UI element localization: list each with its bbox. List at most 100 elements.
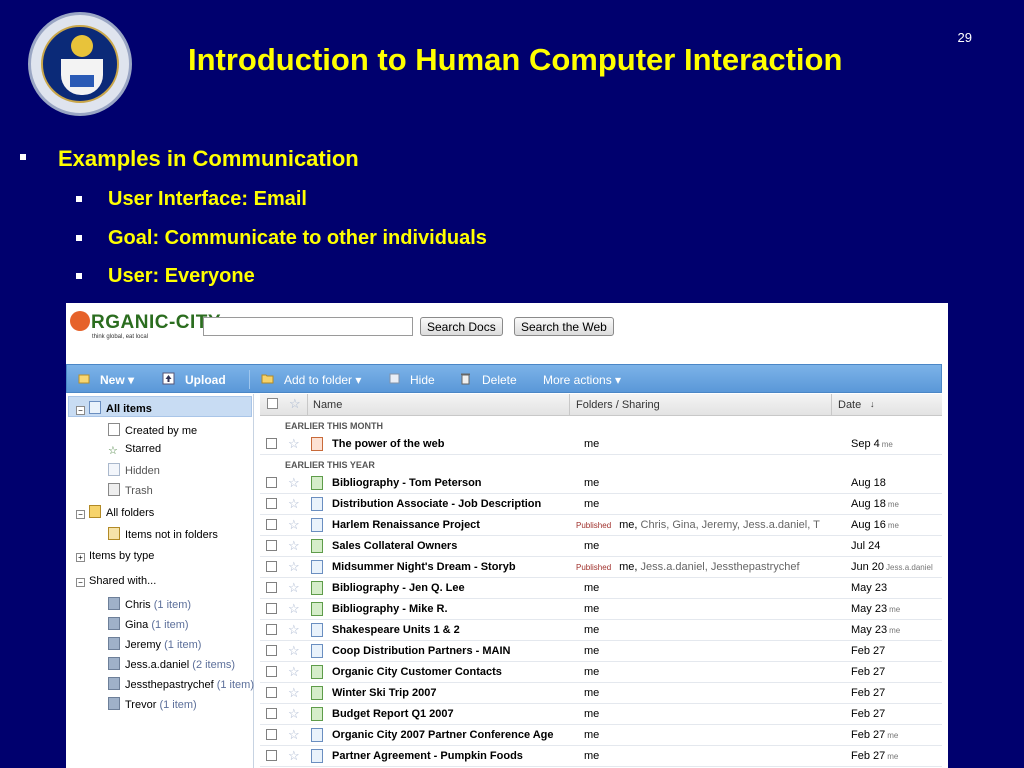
document-name[interactable]: Harlem Renaissance Project xyxy=(332,519,554,531)
star-icon[interactable]: ☆ xyxy=(288,538,300,554)
star-icon[interactable]: ☆ xyxy=(288,748,300,764)
table-row[interactable]: ☆ The power of the web me Sep 4 me xyxy=(260,434,942,455)
star-icon[interactable]: ☆ xyxy=(288,475,300,491)
date-cell: Jun 20 Jess.a.daniel xyxy=(851,561,933,573)
table-row[interactable]: ☆ Midsummer Night's Dream - Storyb Publish… xyxy=(260,557,942,578)
sidebar-item-hidden[interactable]: Hidden xyxy=(108,463,160,477)
sidebar-item-created-by-me[interactable]: Created by me xyxy=(108,423,197,437)
sidebar-item-all-items[interactable]: − All items xyxy=(76,401,152,415)
row-checkbox[interactable] xyxy=(266,729,277,740)
star-icon[interactable]: ☆ xyxy=(288,436,300,452)
table-row[interactable]: ☆ Organic City 2007 Partner Conference Ag… xyxy=(260,725,942,746)
spreadsheet-icon xyxy=(311,602,323,616)
star-icon[interactable]: ☆ xyxy=(288,706,300,722)
table-row[interactable]: ☆ Shakespeare Units 1 & 2 me May 23 me xyxy=(260,620,942,641)
add-to-folder-button[interactable]: Add to folder ▾ xyxy=(284,373,361,387)
document-name[interactable]: Bibliography - Tom Peterson xyxy=(332,477,554,489)
row-checkbox[interactable] xyxy=(266,624,277,635)
row-checkbox[interactable] xyxy=(266,708,277,719)
hide-button[interactable]: Hide xyxy=(410,373,435,387)
select-all-checkbox[interactable] xyxy=(267,398,278,409)
table-row[interactable]: ☆ Coop Distribution Partners - MAIN me Feb… xyxy=(260,641,942,662)
date-cell: May 23 me xyxy=(851,603,900,615)
upload-button[interactable]: Upload xyxy=(185,373,226,387)
row-checkbox[interactable] xyxy=(266,519,277,530)
star-icon[interactable]: ☆ xyxy=(288,496,300,512)
document-name[interactable]: The power of the web xyxy=(332,438,554,450)
row-checkbox[interactable] xyxy=(266,645,277,656)
document-name[interactable]: Organic City 2007 Partner Conference Age… xyxy=(332,729,554,741)
document-name[interactable]: Partner Agreement - Pumpkin Foods xyxy=(332,750,554,762)
column-header-folders-sharing[interactable]: Folders / Sharing xyxy=(576,399,660,411)
star-icon[interactable]: ☆ xyxy=(288,559,300,575)
sidebar-item-person[interactable]: Gina (1 item) xyxy=(108,617,189,631)
star-column-icon: ☆ xyxy=(289,396,301,411)
star-icon[interactable]: ☆ xyxy=(288,727,300,743)
star-icon[interactable]: ☆ xyxy=(288,622,300,638)
sidebar-item-shared-with[interactable]: − Shared with... xyxy=(76,575,156,587)
column-header-name[interactable]: Name xyxy=(313,399,342,411)
owner: me xyxy=(584,666,600,678)
document-name[interactable]: Sales Collateral Owners xyxy=(332,540,554,552)
star-icon[interactable]: ☆ xyxy=(288,685,300,701)
row-checkbox[interactable] xyxy=(266,582,277,593)
more-actions-button[interactable]: More actions ▾ xyxy=(543,373,621,387)
search-input[interactable] xyxy=(203,317,413,336)
column-header-date[interactable]: Date xyxy=(838,399,861,411)
delete-button[interactable]: Delete xyxy=(482,373,517,387)
sidebar-item-person[interactable]: Jess.a.daniel (2 items) xyxy=(108,657,235,671)
table-row[interactable]: ☆ Harlem Renaissance Project Published me, … xyxy=(260,515,942,536)
document-name[interactable]: Budget Report Q1 2007 xyxy=(332,708,554,720)
document-name[interactable]: Midsummer Night's Dream - Storyb xyxy=(332,561,554,573)
university-seal xyxy=(41,25,119,103)
document-name[interactable]: Organic City Customer Contacts xyxy=(332,666,554,678)
document-name[interactable]: Shakespeare Units 1 & 2 xyxy=(332,624,554,636)
row-checkbox[interactable] xyxy=(266,687,277,698)
table-row[interactable]: ☆ Organic City Customer Contacts me Feb 27 xyxy=(260,662,942,683)
table-row[interactable]: ☆ Bibliography - Mike R. me May 23 me xyxy=(260,599,942,620)
document-name[interactable]: Distribution Associate - Job Description xyxy=(332,498,554,510)
table-row[interactable]: ☆ Distribution Associate - Job Descriptio… xyxy=(260,494,942,515)
new-button[interactable]: New ▾ xyxy=(100,373,134,387)
row-checkbox[interactable] xyxy=(266,540,277,551)
sidebar-item-person[interactable]: Jeremy (1 item) xyxy=(108,637,201,651)
star-icon[interactable]: ☆ xyxy=(288,601,300,617)
table-row[interactable]: ☆ Winter Ski Trip 2007 me Feb 27 xyxy=(260,683,942,704)
sidebar-label: Trash xyxy=(125,485,153,497)
star-icon[interactable]: ☆ xyxy=(288,643,300,659)
person-icon xyxy=(108,597,120,610)
sidebar-item-person[interactable]: Trevor (1 item) xyxy=(108,697,197,711)
table-row[interactable]: ☆ Bibliography - Jen Q. Lee me May 23 xyxy=(260,578,942,599)
document-name[interactable]: Bibliography - Mike R. xyxy=(332,603,554,615)
star-icon[interactable]: ☆ xyxy=(288,664,300,680)
sidebar-item-all-folders[interactable]: − All folders xyxy=(76,505,154,519)
table-row[interactable]: ☆ Partner Agreement - Pumpkin Foods me Feb… xyxy=(260,746,942,767)
sidebar-item-person[interactable]: Chris (1 item) xyxy=(108,597,191,611)
row-checkbox[interactable] xyxy=(266,750,277,761)
star-icon[interactable]: ☆ xyxy=(288,517,300,533)
search-docs-button[interactable]: Search Docs xyxy=(420,317,503,336)
row-checkbox[interactable] xyxy=(266,603,277,614)
document-name[interactable]: Bibliography - Jen Q. Lee xyxy=(332,582,554,594)
sidebar-item-trash[interactable]: Trash xyxy=(108,483,153,497)
row-checkbox[interactable] xyxy=(266,477,277,488)
row-checkbox[interactable] xyxy=(266,438,277,449)
table-row[interactable]: ☆ Sales Collateral Owners me Jul 24 xyxy=(260,536,942,557)
sidebar-item-items-not-in-folders[interactable]: Items not in folders xyxy=(108,527,218,541)
search-web-button[interactable]: Search the Web xyxy=(514,317,614,336)
document-name[interactable]: Winter Ski Trip 2007 xyxy=(332,687,554,699)
star-icon[interactable]: ☆ xyxy=(288,580,300,596)
table-row[interactable]: ☆ Budget Report Q1 2007 me Feb 27 xyxy=(260,704,942,725)
row-checkbox[interactable] xyxy=(266,561,277,572)
hide-icon xyxy=(389,373,400,384)
document-name[interactable]: Coop Distribution Partners - MAIN xyxy=(332,645,554,657)
sidebar-item-person[interactable]: Jessthepastrychef (1 item) xyxy=(108,677,254,691)
owner: me, xyxy=(619,519,638,531)
row-checkbox[interactable] xyxy=(266,666,277,677)
date-cell: Feb 27 xyxy=(851,687,887,699)
document-icon xyxy=(311,644,323,658)
row-checkbox[interactable] xyxy=(266,498,277,509)
table-row[interactable]: ☆ Bibliography - Tom Peterson me Aug 18 xyxy=(260,473,942,494)
sidebar-item-starred[interactable]: ☆ Starred xyxy=(108,443,161,457)
sidebar-item-items-by-type[interactable]: + Items by type xyxy=(76,550,154,562)
